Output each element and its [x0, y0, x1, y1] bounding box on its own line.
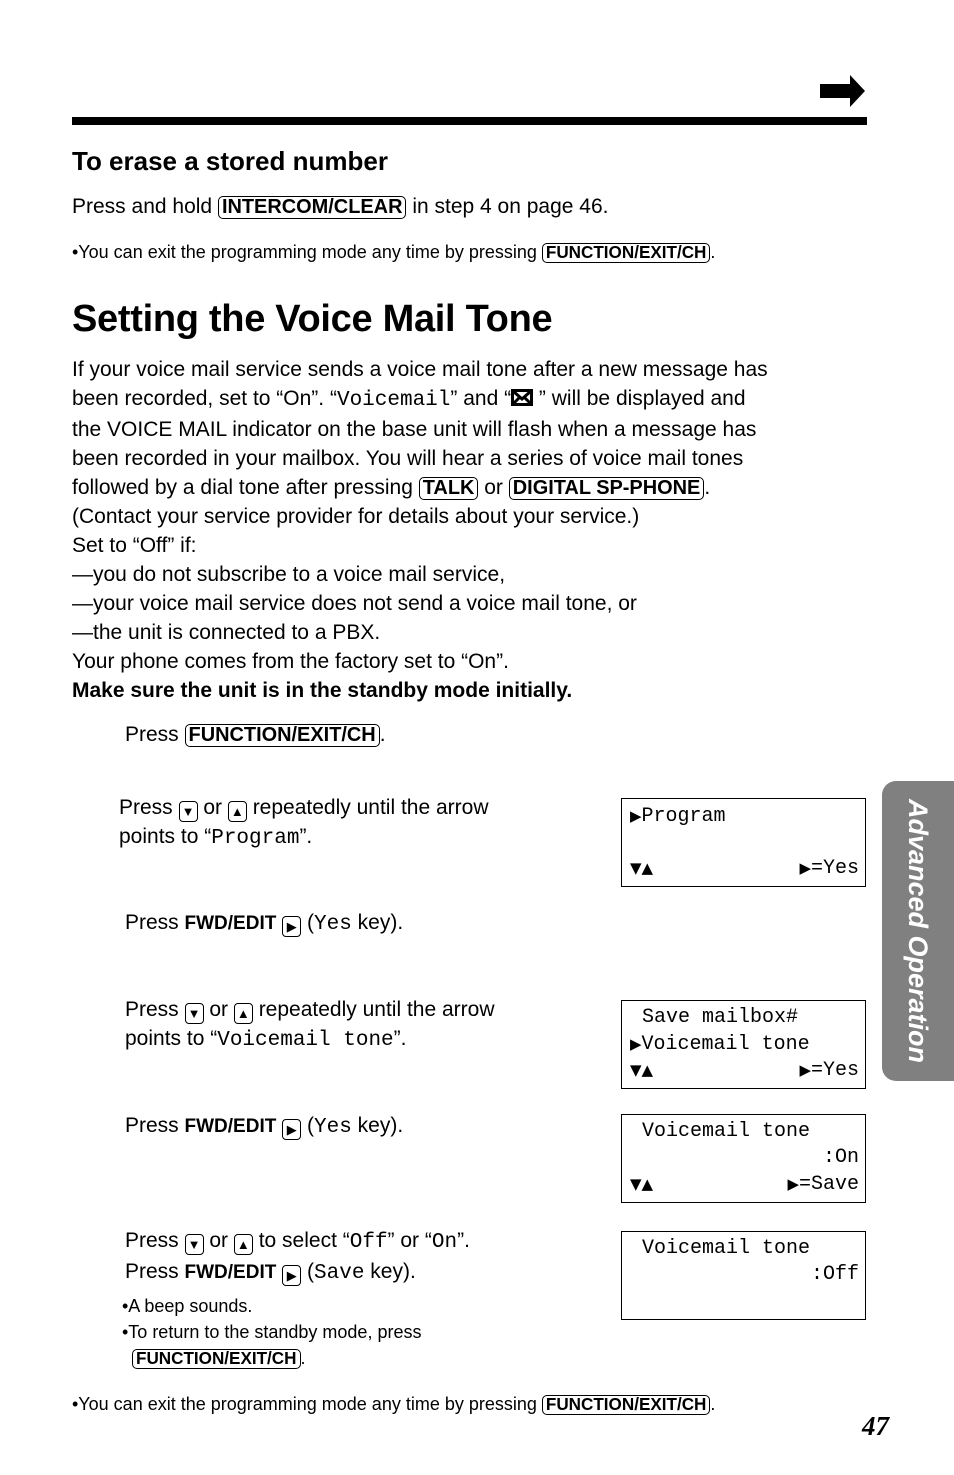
- nav-arrows-icon: ▼▲: [630, 1061, 654, 1079]
- lcd-display-program: ▶Program ▼▲ ▶=Yes: [621, 798, 866, 887]
- down-key-icon: ▼: [184, 1003, 204, 1024]
- lcd-display-tone-on: Voicemail tone :On ▼▲ ▶=Save: [621, 1114, 866, 1203]
- lcd-display-tone-off: Voicemail tone :Off: [621, 1231, 866, 1320]
- side-tab: Advanced Operation: [882, 781, 954, 1081]
- intercom-clear-key: INTERCOM/CLEAR: [217, 196, 407, 219]
- right-key-icon: ▶: [282, 916, 302, 937]
- down-key-icon: ▼: [184, 1234, 204, 1255]
- step-6: Press ▼ or ▲ to select “Off” or “On”. Pr…: [125, 1229, 470, 1286]
- function-exit-ch-key: FUNCTION/EXIT/CH: [541, 243, 711, 263]
- digital-sp-phone-key: DIGITAL SP-PHONE: [508, 477, 705, 500]
- up-key-icon: ▲: [233, 1234, 253, 1255]
- function-exit-ch-key: FUNCTION/EXIT/CH: [132, 1349, 301, 1369]
- nav-arrows-icon: ▼▲: [630, 1175, 654, 1193]
- up-key-icon: ▲: [227, 801, 247, 822]
- down-key-icon: ▼: [178, 801, 198, 822]
- intro-paragraph: If your voice mail service sends a voice…: [72, 355, 872, 705]
- pointer-arrow-icon: ▶: [630, 807, 642, 825]
- page-number: 47: [862, 1411, 889, 1441]
- step-3: Press FWD/EDIT ▶ (Yes key).: [125, 911, 404, 937]
- right-key-icon: ▶: [282, 1119, 302, 1140]
- step-4: Press ▼ or ▲ repeatedly until the arrow …: [125, 998, 495, 1052]
- step-6-notes: •A beep sounds. •To return to the standb…: [122, 1296, 422, 1369]
- right-arrow-icon: [820, 75, 865, 107]
- lcd-display-voicemail-menu: Save mailbox# ▶Voicemail tone ▼▲ ▶=Yes: [621, 1000, 866, 1089]
- step-2: Press ▼ or ▲ repeatedly until the arrow …: [119, 796, 489, 850]
- select-arrow-icon: ▶: [799, 859, 811, 877]
- function-exit-ch-key: FUNCTION/EXIT/CH: [541, 1395, 711, 1415]
- page-title: Setting the Voice Mail Tone: [72, 298, 553, 340]
- step-1: Press FUNCTION/EXIT/CH.: [125, 723, 386, 747]
- envelope-icon: [511, 389, 534, 406]
- section-divider: [72, 117, 867, 125]
- right-key-icon: ▶: [282, 1265, 302, 1286]
- nav-arrows-icon: ▼▲: [630, 859, 654, 877]
- side-tab-label: Advanced Operation: [903, 798, 933, 1064]
- standby-note: Make sure the unit is in the standby mod…: [72, 679, 573, 702]
- erase-heading: To erase a stored number: [72, 146, 388, 176]
- erase-instruction: Press and hold INTERCOM/CLEAR in step 4 …: [72, 195, 609, 219]
- pointer-arrow-icon: ▶: [630, 1035, 642, 1053]
- talk-key: TALK: [418, 477, 479, 500]
- footer-exit-note: •You can exit the programming mode any t…: [72, 1394, 716, 1415]
- select-arrow-icon: ▶: [787, 1175, 799, 1193]
- voicemail-display-text: Voicemail: [336, 389, 451, 412]
- exit-note: •You can exit the programming mode any t…: [72, 242, 716, 263]
- function-exit-ch-key: FUNCTION/EXIT/CH: [184, 724, 380, 747]
- select-arrow-icon: ▶: [799, 1061, 811, 1079]
- up-key-icon: ▲: [233, 1003, 253, 1024]
- step-5: Press FWD/EDIT ▶ (Yes key).: [125, 1114, 404, 1140]
